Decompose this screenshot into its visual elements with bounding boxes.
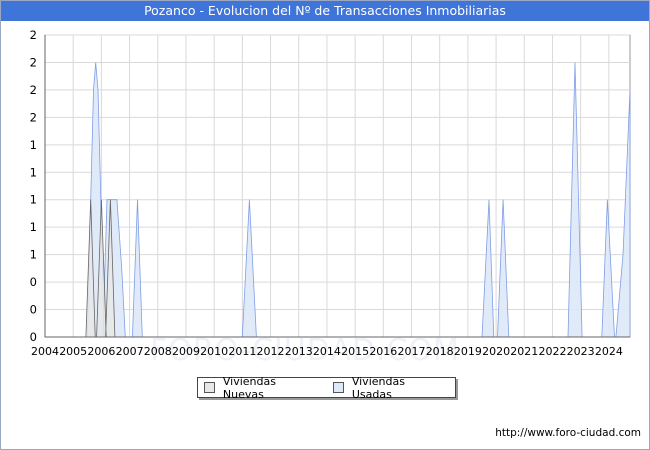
x-tick-label: 2023: [567, 345, 595, 358]
x-tick-label: 2010: [200, 345, 228, 358]
y-tick-label: 1: [30, 165, 37, 179]
legend-item-usadas: Viviendas Usadas: [332, 374, 447, 401]
legend-label-usadas: Viviendas Usadas: [351, 374, 405, 401]
y-tick-label: 0: [30, 303, 37, 317]
x-tick-label: 2007: [116, 345, 144, 358]
x-tick-label: 2022: [538, 345, 566, 358]
legend-swatch-usadas: [332, 382, 344, 393]
x-tick-label: 2004: [31, 345, 59, 358]
x-tick-label: 2016: [369, 345, 397, 358]
y-tick-label: 2: [30, 110, 37, 124]
x-tick-label: 2018: [426, 345, 454, 358]
x-tick-label: 2006: [87, 345, 115, 358]
footer-url: http://www.foro-ciudad.com: [495, 427, 641, 439]
x-tick-label: 2019: [454, 345, 482, 358]
y-tick-label: 1: [30, 138, 37, 152]
y-tick-label: 2: [30, 55, 37, 69]
y-tick-label: 1: [30, 220, 37, 234]
plot-area: [44, 34, 631, 338]
x-tick-label: 2014: [313, 345, 341, 358]
x-tick-label: 2013: [285, 345, 313, 358]
y-tick-label: 1: [30, 193, 37, 207]
legend-item-nuevas: Viviendas Nuevas: [204, 375, 319, 401]
y-tick-label: 0: [30, 275, 37, 289]
x-tick-label: 2024: [595, 345, 623, 358]
x-tick-label: 2009: [172, 345, 200, 358]
x-tick-label: 2015: [341, 345, 369, 358]
y-tick-label: 2: [30, 83, 37, 97]
x-tick-label: 2021: [510, 345, 538, 358]
x-tick-label: 2011: [228, 345, 256, 358]
x-tick-label: 2005: [59, 345, 87, 358]
x-tick-label: 2008: [144, 345, 172, 358]
y-tick-label: 2: [30, 28, 37, 42]
x-tick-label: 2020: [482, 345, 510, 358]
y-tick-label: 0: [30, 330, 37, 344]
x-tick-label: 2012: [257, 345, 285, 358]
chart-legend: Viviendas Nuevas Viviendas Usadas: [197, 374, 456, 401]
x-tick-label: 2017: [398, 345, 426, 358]
series-area-0: [85, 199, 116, 338]
y-tick-label: 1: [30, 248, 37, 262]
legend-swatch-nuevas: [204, 382, 215, 393]
legend-label-nuevas: Viviendas Nuevas: [222, 374, 276, 401]
